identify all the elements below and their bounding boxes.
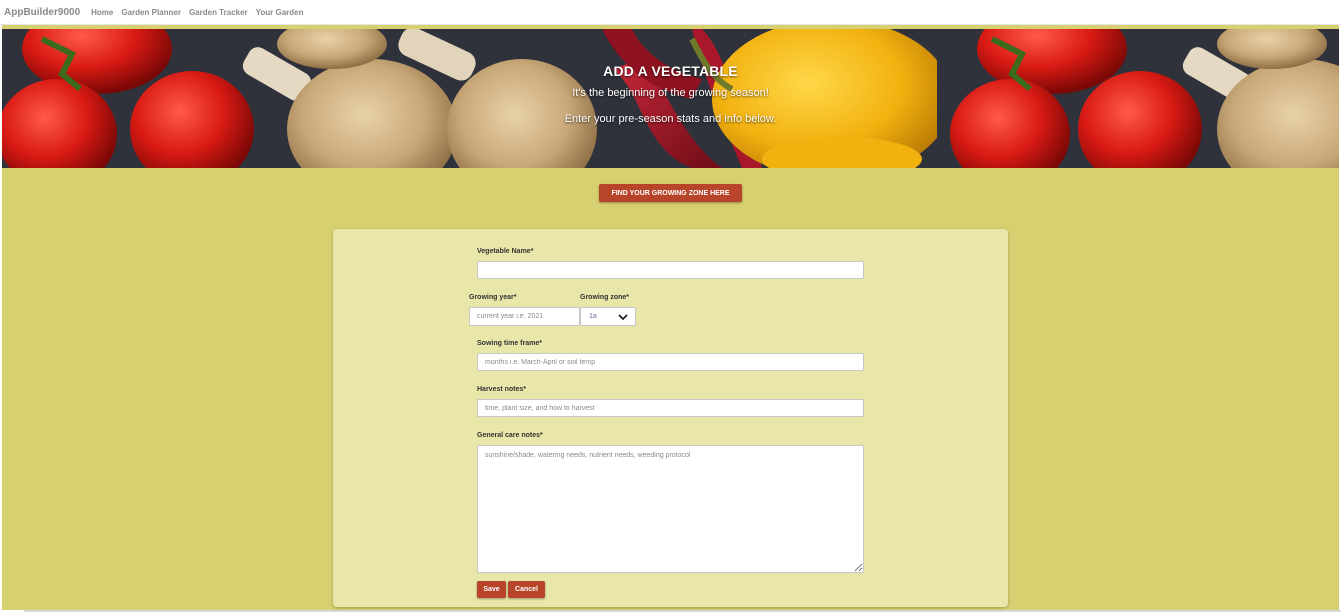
hero-text: ADD A VEGETABLE It's the beginning of th…	[2, 29, 1339, 168]
harvest-notes-label: Harvest notes*	[477, 386, 527, 393]
general-care-notes-label: General care notes*	[477, 432, 543, 439]
growing-year-input[interactable]	[469, 307, 580, 326]
hero-subtitle-1: It's the beginning of the growing season…	[572, 87, 769, 99]
sowing-time-frame-label: Sowing time frame*	[477, 340, 542, 347]
nav-link-home[interactable]: Home	[91, 8, 113, 17]
save-button[interactable]: Save	[477, 581, 506, 598]
hero-subtitle-2: Enter your pre-season stats and info bel…	[564, 113, 777, 125]
growing-zone-selected: 1a	[589, 313, 597, 320]
growing-zone-label: Growing zone*	[580, 294, 629, 301]
vegetable-name-label: Vegetable Name*	[477, 248, 534, 255]
find-growing-zone-button[interactable]: FIND YOUR GROWING ZONE HERE	[599, 184, 742, 202]
nav-link-your-garden[interactable]: Your Garden	[256, 8, 304, 17]
vegetable-name-input[interactable]	[477, 261, 864, 279]
general-care-notes-textarea[interactable]	[477, 445, 864, 573]
hero-title: ADD A VEGETABLE	[603, 63, 738, 79]
add-vegetable-form: Vegetable Name* Growing year* Growing zo…	[333, 229, 1008, 607]
chevron-down-icon	[617, 311, 629, 325]
hero-banner: ADD A VEGETABLE It's the beginning of th…	[2, 29, 1339, 168]
nav-link-garden-planner[interactable]: Garden Planner	[121, 8, 181, 17]
harvest-notes-input[interactable]	[477, 399, 864, 417]
brand-logo[interactable]: AppBuilder9000	[4, 7, 80, 18]
growing-zone-select[interactable]: 1a	[580, 307, 636, 326]
cancel-button[interactable]: Cancel	[508, 581, 545, 598]
growing-year-label: Growing year*	[469, 294, 517, 301]
sowing-time-frame-input[interactable]	[477, 353, 864, 371]
top-navbar: AppBuilder9000 Home Garden Planner Garde…	[0, 0, 1341, 25]
nav-link-garden-tracker[interactable]: Garden Tracker	[189, 8, 248, 17]
